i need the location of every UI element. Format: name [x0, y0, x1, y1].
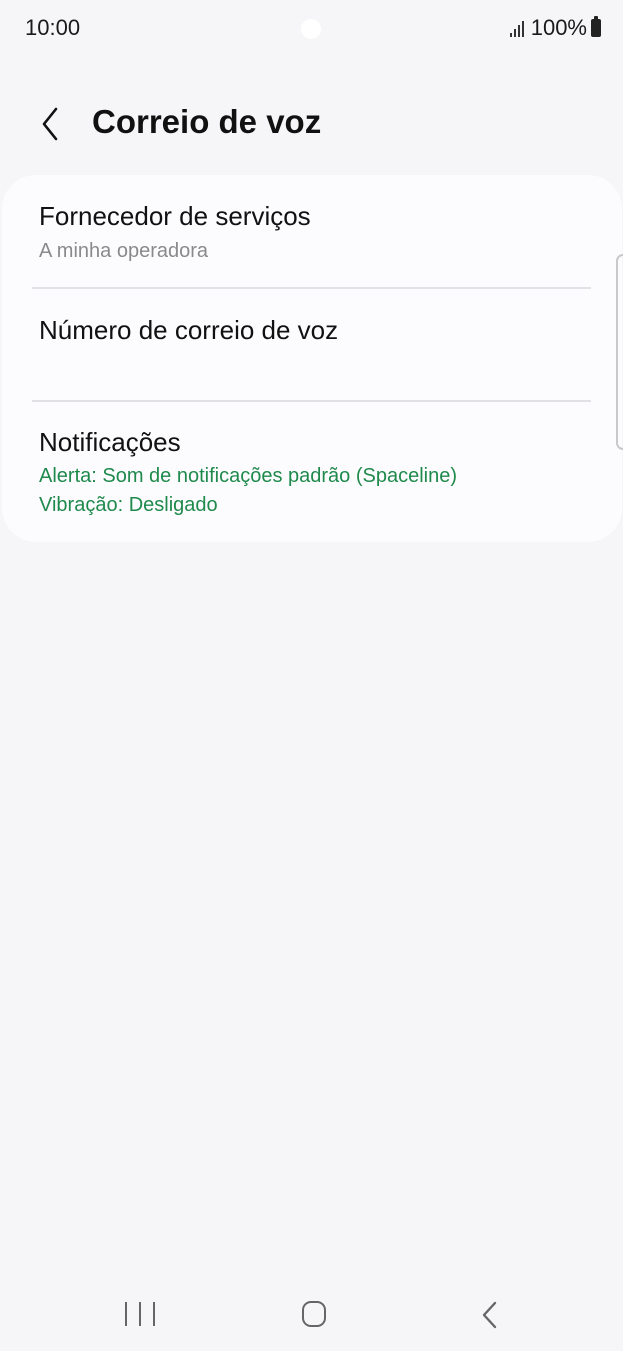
status-time: 10:00 — [25, 15, 81, 40]
home-icon[interactable] — [302, 1301, 326, 1327]
chevron-left-icon — [42, 107, 58, 141]
setting-voicemail-number[interactable]: Número de correio de voz — [2, 289, 622, 401]
setting-title: Fornecedor de serviços — [39, 201, 311, 231]
signal-icon — [509, 19, 524, 37]
navigation-bar — [0, 1280, 623, 1350]
recents-icon[interactable] — [125, 1302, 155, 1328]
notification-vibration: Vibração: Desligado — [39, 494, 218, 516]
notification-alert: Alerta: Som de notificações padrão (Spac… — [39, 465, 458, 487]
back-button[interactable] — [34, 104, 68, 144]
battery-icon — [591, 16, 601, 37]
setting-service-provider[interactable]: Fornecedor de serviços A minha operadora — [2, 175, 622, 288]
setting-notifications[interactable]: Notificações Alerta: Som de notificações… — [2, 402, 622, 542]
scroll-handle[interactable] — [616, 254, 623, 450]
settings-card: Fornecedor de serviços A minha operadora… — [2, 175, 622, 542]
page-title: Correio de voz — [92, 103, 322, 140]
setting-title: Número de correio de voz — [39, 315, 339, 345]
back-icon[interactable] — [478, 1300, 502, 1330]
status-indicators: 100% — [509, 15, 601, 41]
status-bar: 10:00 100% — [0, 0, 623, 58]
camera-cutout — [301, 19, 321, 39]
setting-subtitle: A minha operadora — [39, 240, 209, 262]
app-header: Correio de voz — [0, 90, 623, 160]
setting-title: Notificações — [39, 427, 181, 457]
battery-percentage: 100% — [530, 15, 587, 40]
